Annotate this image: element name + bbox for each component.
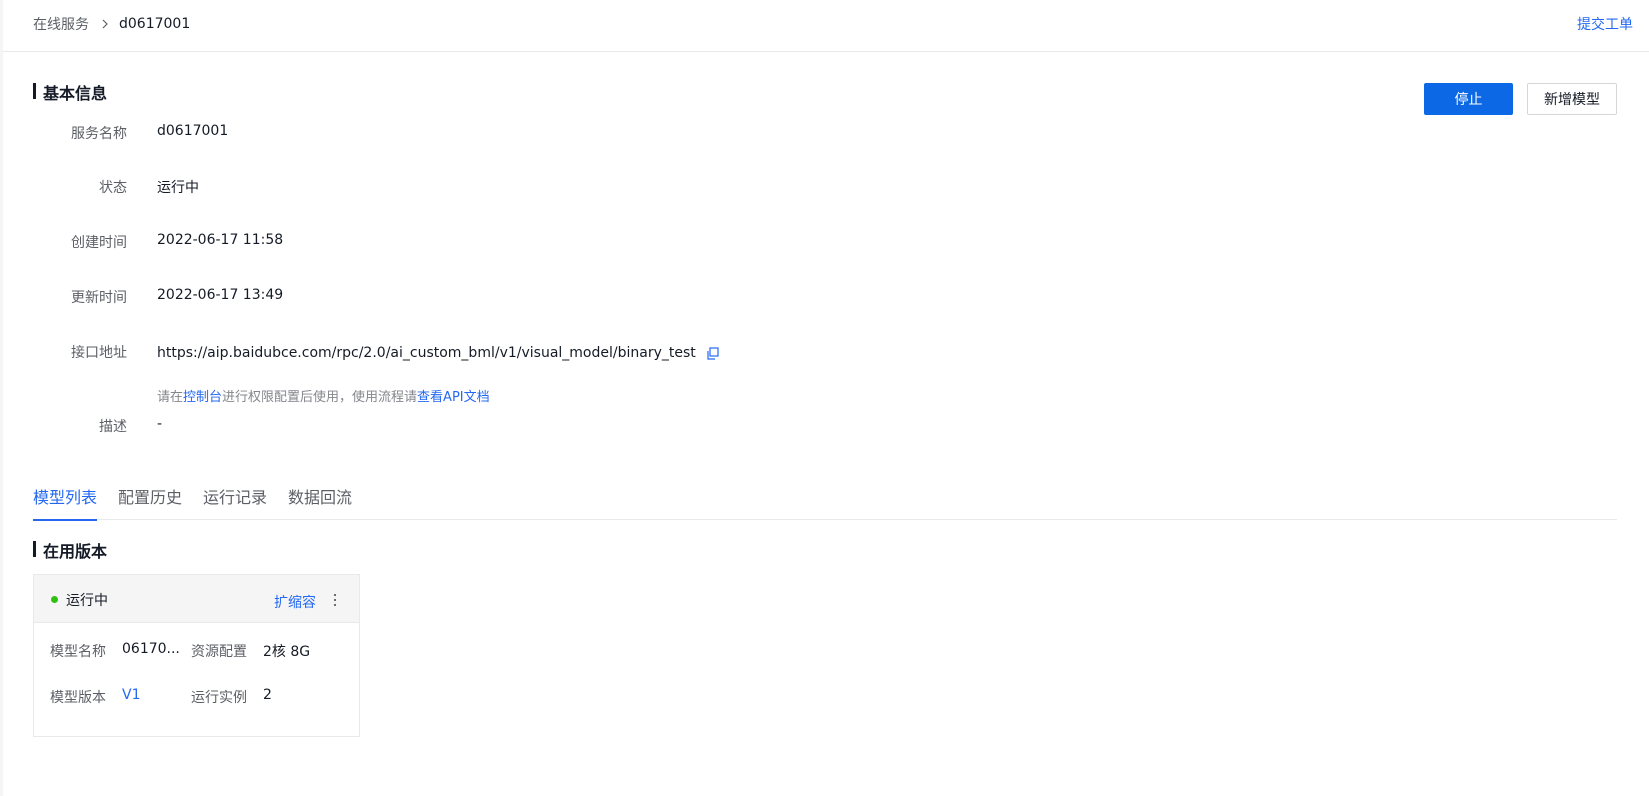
tab-config-history[interactable]: 配置历史 [118, 484, 182, 520]
kv-model-name: 模型名称 06170... [50, 641, 180, 661]
info-row-status: 状态 运行中 [33, 177, 199, 197]
main-content: 基本信息 停止 新增模型 服务名称 d0617001 状态 运行中 创建时间 2… [3, 52, 1649, 796]
kv-label: 运行实例 [191, 690, 247, 706]
top-bar: 在线服务 d0617001 提交工单 [3, 0, 1649, 52]
in-use-version-title: 在用版本 [33, 538, 107, 562]
info-value: 2022-06-17 13:49 [157, 287, 284, 303]
kv-value: 2 [263, 687, 272, 703]
api-doc-link[interactable]: 查看API文档 [417, 390, 490, 405]
submit-ticket-link[interactable]: 提交工单 [1577, 14, 1633, 34]
info-value: 2022-06-17 11:58 [157, 232, 284, 248]
kv-value: 2核 8G [263, 644, 311, 660]
version-card: 运行中 扩缩容 模型名称 06170... 资源配置 2核 8G 模型版本 V1… [33, 574, 360, 737]
kv-model-version: 模型版本 V1 [50, 687, 140, 707]
info-label: 描述 [99, 419, 127, 435]
tab-run-records[interactable]: 运行记录 [203, 484, 267, 520]
tab-data-backflow[interactable]: 数据回流 [288, 484, 352, 520]
kv-label: 模型版本 [50, 690, 106, 706]
basic-info-title: 基本信息 [33, 80, 107, 104]
model-version-link[interactable]: V1 [122, 687, 140, 707]
endpoint-url: https://aip.baidubce.com/rpc/2.0/ai_cust… [157, 345, 696, 361]
info-label: 创建时间 [71, 235, 127, 251]
endpoint-url-line: https://aip.baidubce.com/rpc/2.0/ai_cust… [157, 344, 719, 362]
endpoint-hint: 请在控制台进行权限配置后使用，使用流程请查看API文档 [157, 386, 490, 405]
breadcrumb-parent[interactable]: 在线服务 [33, 14, 89, 34]
info-row-created-time: 创建时间 2022-06-17 11:58 [33, 232, 283, 252]
info-label: 服务名称 [71, 126, 127, 142]
info-value: - [157, 416, 163, 432]
copy-icon[interactable] [706, 346, 719, 360]
info-label: 更新时间 [71, 290, 127, 306]
info-row-updated-time: 更新时间 2022-06-17 13:49 [33, 287, 283, 307]
version-status: 运行中 [66, 593, 108, 609]
info-row-endpoint: 接口地址 https://aip.baidubce.com/rpc/2.0/ai… [33, 342, 719, 362]
kv-resource: 资源配置 2核 8G [191, 641, 310, 661]
console-link[interactable]: 控制台 [183, 390, 222, 405]
stop-button[interactable]: 停止 [1424, 83, 1513, 115]
breadcrumb: 在线服务 d0617001 [33, 14, 190, 34]
scale-link[interactable]: 扩缩容 [274, 592, 316, 612]
more-vertical-icon[interactable] [331, 593, 339, 607]
info-row-service-name: 服务名称 d0617001 [33, 123, 228, 143]
tab-bar: 模型列表 配置历史 运行记录 数据回流 [33, 484, 1617, 521]
kv-value: 06170... [122, 641, 180, 657]
chevron-right-icon [102, 19, 108, 29]
info-label: 状态 [99, 180, 127, 196]
hint-text: 进行权限配置后使用，使用流程请 [222, 390, 418, 405]
info-label: 接口地址 [71, 345, 127, 361]
kv-instances: 运行实例 2 [191, 687, 272, 707]
hint-text: 请在 [157, 390, 184, 405]
info-value: d0617001 [157, 123, 229, 139]
info-row-description: 描述 - [33, 416, 162, 436]
info-value: 运行中 [157, 180, 199, 196]
add-model-button[interactable]: 新增模型 [1527, 83, 1617, 115]
version-card-header: 运行中 扩缩容 [34, 575, 359, 623]
status-dot-icon [51, 596, 58, 603]
kv-label: 资源配置 [191, 644, 247, 660]
breadcrumb-current: d0617001 [119, 16, 191, 32]
tab-model-list[interactable]: 模型列表 [33, 484, 98, 521]
kv-label: 模型名称 [50, 644, 106, 660]
